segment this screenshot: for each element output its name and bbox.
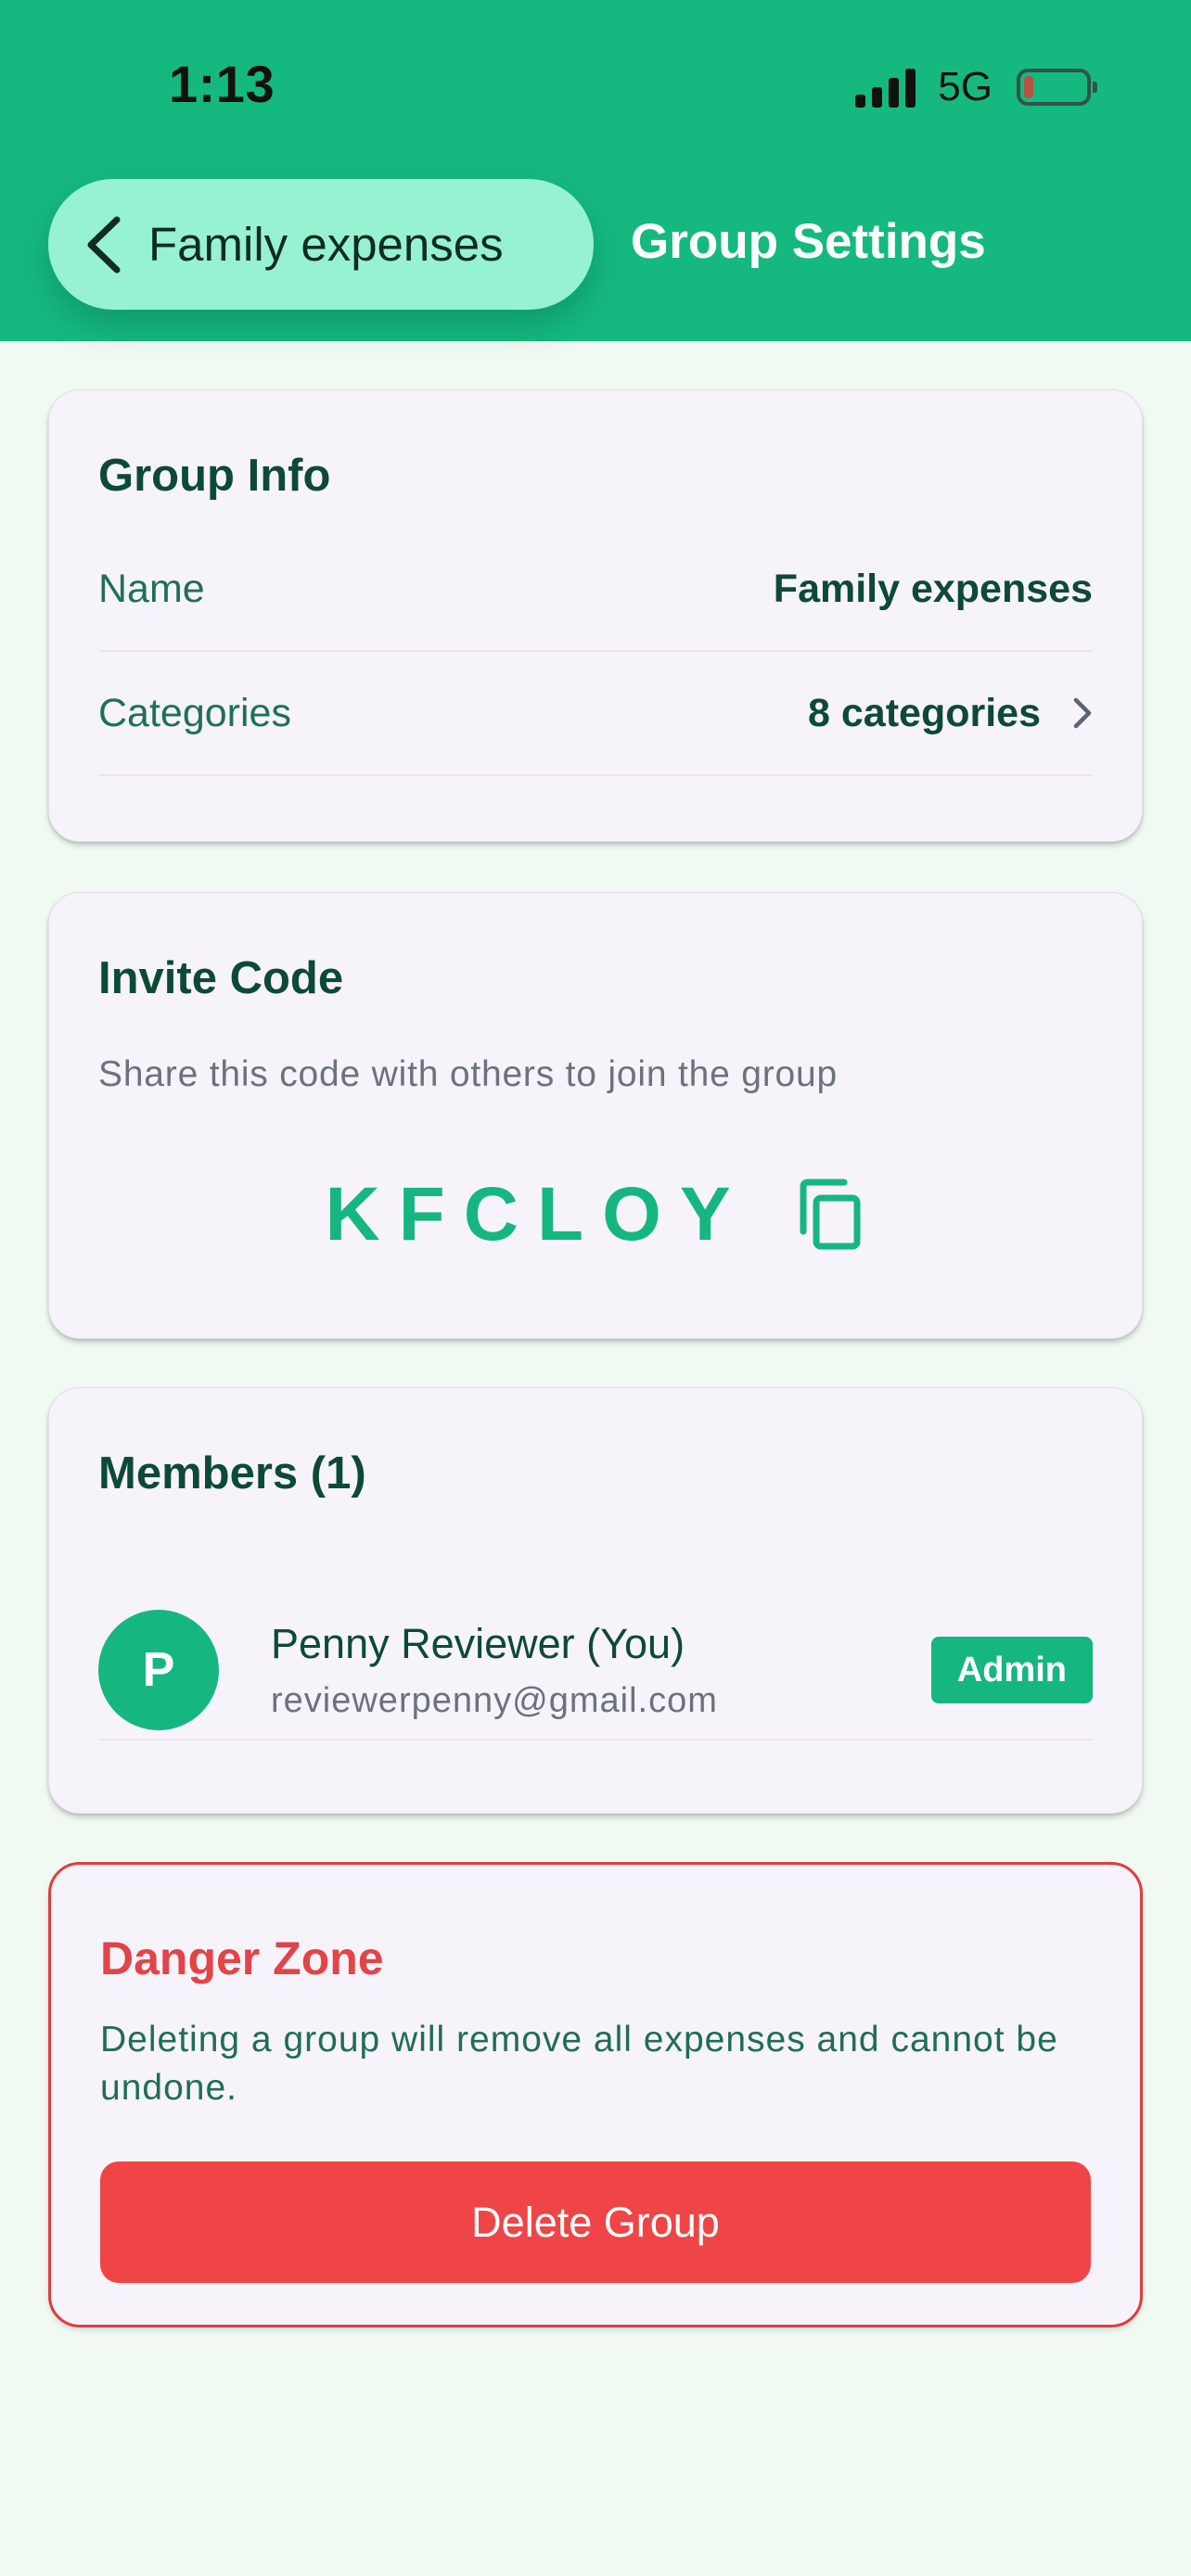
danger-zone-card: Danger Zone Deleting a group will remove… [48, 1862, 1143, 2327]
role-badge: Admin [930, 1637, 1093, 1703]
member-name: Penny Reviewer (You) [271, 1619, 685, 1667]
back-button[interactable]: Family expenses [48, 179, 594, 310]
invite-code-title: Invite Code [98, 953, 344, 1003]
danger-zone-title: Danger Zone [100, 1932, 384, 1984]
delete-group-button[interactable]: Delete Group [100, 2162, 1091, 2283]
danger-zone-text: Deleting a group will remove all expense… [100, 2020, 1058, 2108]
categories-value-wrap: 8 categories [808, 691, 1093, 736]
chevron-left-icon [87, 216, 121, 273]
status-time: 1:13 [169, 55, 275, 113]
chevron-right-icon [1073, 697, 1092, 729]
invite-code: KFCLOY [325, 1172, 749, 1256]
battery-icon [1017, 69, 1097, 106]
back-button-label: Family expenses [148, 218, 504, 271]
member-row[interactable]: P Penny Reviewer (You) reviewerpenny@gma… [98, 1601, 1093, 1741]
members-title: Members (1) [98, 1448, 366, 1498]
copy-icon[interactable] [796, 1178, 866, 1252]
categories-value: 8 categories [808, 690, 1041, 735]
categories-row[interactable]: Categories 8 categories [98, 652, 1093, 776]
invite-code-description: Share this code with others to join the … [98, 1054, 838, 1094]
member-email: reviewerpenny@gmail.com [271, 1680, 718, 1720]
invite-code-card: Invite Code Share this code with others … [48, 892, 1143, 1339]
signal-icon [855, 67, 916, 108]
avatar: P [98, 1610, 219, 1730]
member-info: Penny Reviewer (You) reviewerpenny@gmail… [271, 1620, 931, 1721]
categories-label: Categories [98, 690, 291, 735]
group-name-label: Name [98, 566, 205, 611]
group-name-row: Name Family expenses [98, 528, 1093, 652]
network-label: 5G [938, 64, 992, 109]
group-name-value: Family expenses [773, 566, 1093, 611]
status-indicators: 5G [855, 64, 1097, 109]
group-info-title: Group Info [98, 451, 331, 501]
members-card: Members (1) P Penny Reviewer (You) revie… [48, 1387, 1143, 1814]
group-info-card: Group Info Name Family expenses Categori… [48, 389, 1143, 842]
invite-code-row: KFCLOY [49, 1171, 1142, 1258]
app-header: 1:13 5G Family expenses Group Settings [0, 0, 1191, 341]
page-title: Group Settings [631, 214, 986, 269]
